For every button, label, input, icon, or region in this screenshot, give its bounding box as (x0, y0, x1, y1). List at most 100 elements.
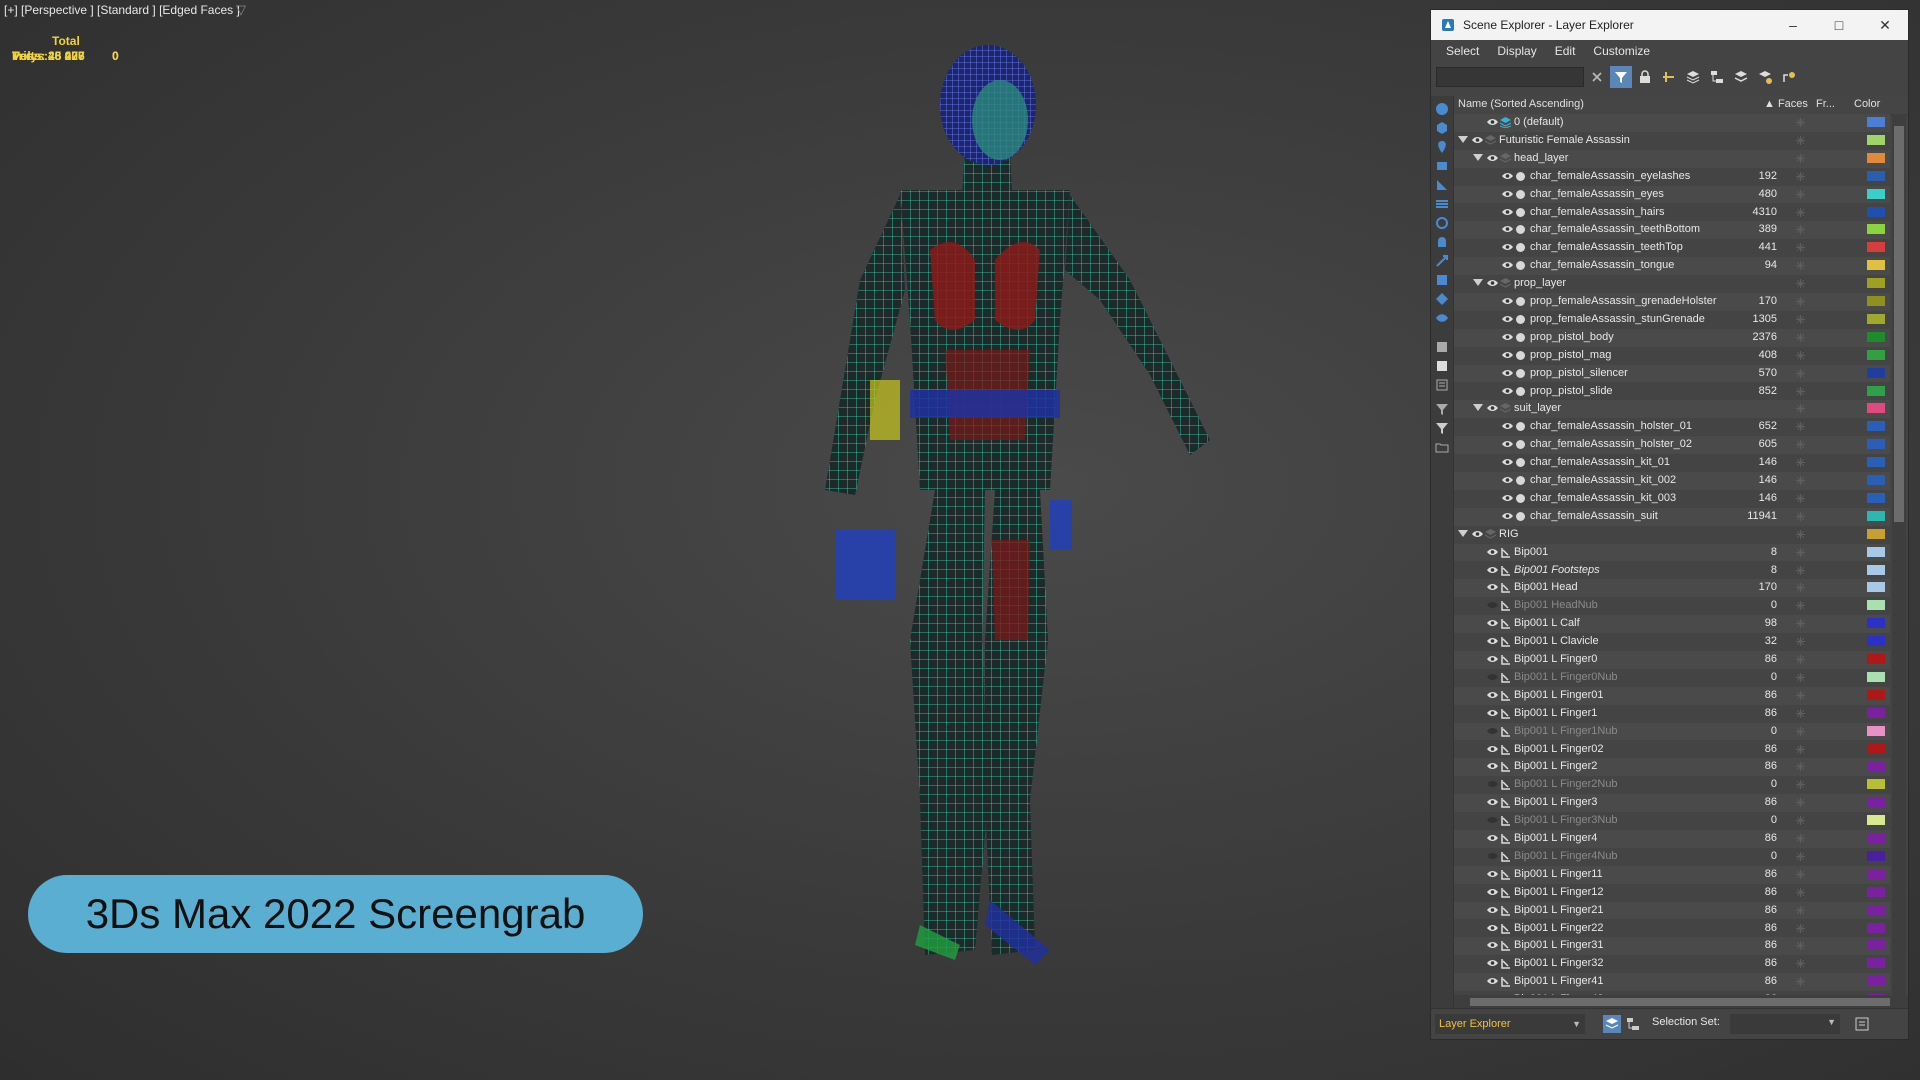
create-layer-icon[interactable] (1682, 66, 1704, 88)
layer-color-swatch[interactable] (1867, 761, 1885, 772)
maximize-button[interactable]: □ (1816, 10, 1862, 40)
column-name-header[interactable]: Name (Sorted Ascending) (1458, 98, 1584, 110)
render-dot-icon[interactable] (1516, 422, 1525, 432)
object-row[interactable]: Bip001 L Clavicle 32 (1454, 633, 1890, 651)
layer-color-swatch[interactable] (1867, 403, 1885, 414)
freeze-snowflake-icon[interactable] (1796, 476, 1805, 485)
layer-color-swatch[interactable] (1867, 743, 1885, 754)
visibility-eye-icon[interactable] (1502, 172, 1513, 180)
layer-color-swatch[interactable] (1867, 134, 1885, 145)
object-row[interactable]: Bip001 L Finger1Nub 0 (1454, 722, 1890, 741)
explorer-type-dropdown[interactable]: Layer Explorer ▼ (1435, 1014, 1585, 1034)
render-dot-icon[interactable] (1516, 511, 1525, 521)
hierarchy-mode-icon[interactable] (1626, 1017, 1640, 1036)
visibility-eye-icon[interactable] (1487, 780, 1498, 788)
object-row[interactable]: Bip001 L Finger2Nub 0 (1454, 776, 1890, 794)
menu-customize[interactable]: Customize (1593, 44, 1650, 58)
object-row[interactable]: Bip001 L Finger1 86 (1454, 705, 1890, 723)
filter-icon[interactable] (1435, 402, 1449, 416)
freeze-snowflake-icon[interactable] (1796, 672, 1805, 682)
layer-color-swatch[interactable] (1867, 654, 1885, 664)
display-cameras-icon[interactable] (1435, 178, 1449, 192)
layer-color-swatch[interactable] (1867, 296, 1885, 306)
visibility-eye-icon[interactable] (1487, 709, 1498, 717)
vertical-scrollbar[interactable] (1892, 114, 1906, 995)
object-row[interactable]: Bip001 L Finger0 86 (1454, 651, 1890, 669)
menu-select[interactable]: Select (1446, 44, 1479, 58)
render-dot-icon[interactable] (1516, 458, 1525, 468)
vertical-scroll-thumb[interactable] (1894, 126, 1904, 522)
object-row[interactable]: char_femaleAssassin_kit_003 146 (1454, 490, 1890, 508)
layer-color-swatch[interactable] (1867, 618, 1885, 629)
layer-color-swatch[interactable] (1867, 833, 1885, 843)
object-row[interactable]: prop_femaleAssassin_stunGrenade 1305 (1454, 311, 1890, 329)
freeze-snowflake-icon[interactable] (1796, 637, 1805, 647)
object-row[interactable]: Bip001 HeadNub 0 (1454, 597, 1890, 615)
layer-row[interactable]: suit_layer (1454, 400, 1890, 419)
freeze-snowflake-icon[interactable] (1796, 690, 1805, 700)
layer-color-swatch[interactable] (1867, 850, 1885, 861)
freeze-snowflake-icon[interactable] (1796, 493, 1805, 503)
render-dot-icon[interactable] (1516, 332, 1525, 342)
visibility-eye-icon[interactable] (1487, 655, 1498, 663)
expand-toggle-icon[interactable] (1473, 404, 1483, 412)
visibility-eye-icon[interactable] (1472, 530, 1483, 538)
display-helpers-icon[interactable] (1435, 197, 1449, 211)
freeze-snowflake-icon[interactable] (1796, 977, 1805, 987)
layer-color-swatch[interactable] (1867, 707, 1885, 718)
layer-color-swatch[interactable] (1867, 600, 1885, 611)
render-dot-icon[interactable] (1516, 171, 1525, 181)
object-row[interactable]: Bip001 L Finger21 86 (1454, 901, 1890, 920)
layer-color-swatch[interactable] (1867, 725, 1885, 736)
freeze-snowflake-icon[interactable] (1796, 404, 1805, 414)
freeze-snowflake-icon[interactable] (1796, 726, 1805, 736)
freeze-snowflake-icon[interactable] (1796, 440, 1805, 450)
display-none-icon[interactable] (1435, 102, 1449, 116)
render-dot-icon[interactable] (1516, 440, 1525, 450)
freeze-snowflake-icon[interactable] (1796, 851, 1805, 861)
visibility-eye-icon[interactable] (1502, 208, 1513, 216)
object-row[interactable]: char_femaleAssassin_suit 11941 (1454, 507, 1890, 526)
freeze-snowflake-icon[interactable] (1796, 816, 1805, 826)
object-row[interactable]: char_femaleAssassin_tongue 94 (1454, 257, 1890, 276)
object-row[interactable]: Bip001 L Finger4 86 (1454, 830, 1890, 848)
window-titlebar[interactable]: Scene Explorer - Layer Explorer – □ ✕ (1431, 10, 1908, 40)
object-row[interactable]: Bip001 L Finger4Nub 0 (1454, 848, 1890, 866)
freeze-snowflake-icon[interactable] (1796, 583, 1805, 593)
lock-icon[interactable] (1634, 66, 1656, 88)
render-dot-icon[interactable] (1516, 297, 1525, 306)
freeze-snowflake-icon[interactable] (1796, 601, 1805, 611)
selection-set-dropdown[interactable]: ▼ (1730, 1014, 1840, 1034)
layer-color-swatch[interactable] (1867, 313, 1885, 324)
highlight-selected-icon[interactable] (1754, 66, 1776, 88)
layer-color-swatch[interactable] (1867, 367, 1885, 378)
layer-mode-icon[interactable] (1603, 1015, 1621, 1038)
freeze-snowflake-icon[interactable] (1796, 834, 1805, 843)
column-frozen-header[interactable]: Fr... (1816, 98, 1835, 110)
display-groups-icon[interactable] (1435, 235, 1449, 249)
freeze-snowflake-icon[interactable] (1796, 243, 1805, 253)
layer-row[interactable]: prop_layer (1454, 275, 1890, 293)
visibility-eye-icon[interactable] (1487, 816, 1498, 824)
close-button[interactable]: ✕ (1862, 10, 1908, 40)
freeze-snowflake-icon[interactable] (1796, 744, 1805, 754)
freeze-snowflake-icon[interactable] (1796, 619, 1805, 629)
search-input[interactable] (1436, 67, 1584, 87)
display-shapes-icon[interactable] (1435, 140, 1449, 154)
layer-color-swatch[interactable] (1867, 510, 1885, 521)
layer-color-swatch[interactable] (1867, 421, 1885, 432)
visibility-eye-icon[interactable] (1487, 906, 1498, 914)
freeze-snowflake-icon[interactable] (1796, 297, 1805, 306)
freeze-snowflake-icon[interactable] (1796, 207, 1805, 217)
object-row[interactable]: prop_femaleAssassin_grenadeHolster 170 (1454, 293, 1890, 311)
freeze-snowflake-icon[interactable] (1796, 869, 1805, 879)
layer-color-swatch[interactable] (1867, 224, 1885, 235)
freeze-snowflake-icon[interactable] (1796, 279, 1805, 289)
layer-color-swatch[interactable] (1867, 636, 1885, 647)
object-row[interactable]: Bip001 L Finger0Nub 0 (1454, 669, 1890, 687)
render-dot-icon[interactable] (1516, 189, 1525, 199)
visibility-eye-icon[interactable] (1487, 673, 1498, 681)
render-dot-icon[interactable] (1516, 243, 1525, 253)
visibility-eye-icon[interactable] (1502, 333, 1513, 341)
object-row[interactable]: char_femaleAssassin_holster_01 652 (1454, 418, 1890, 436)
